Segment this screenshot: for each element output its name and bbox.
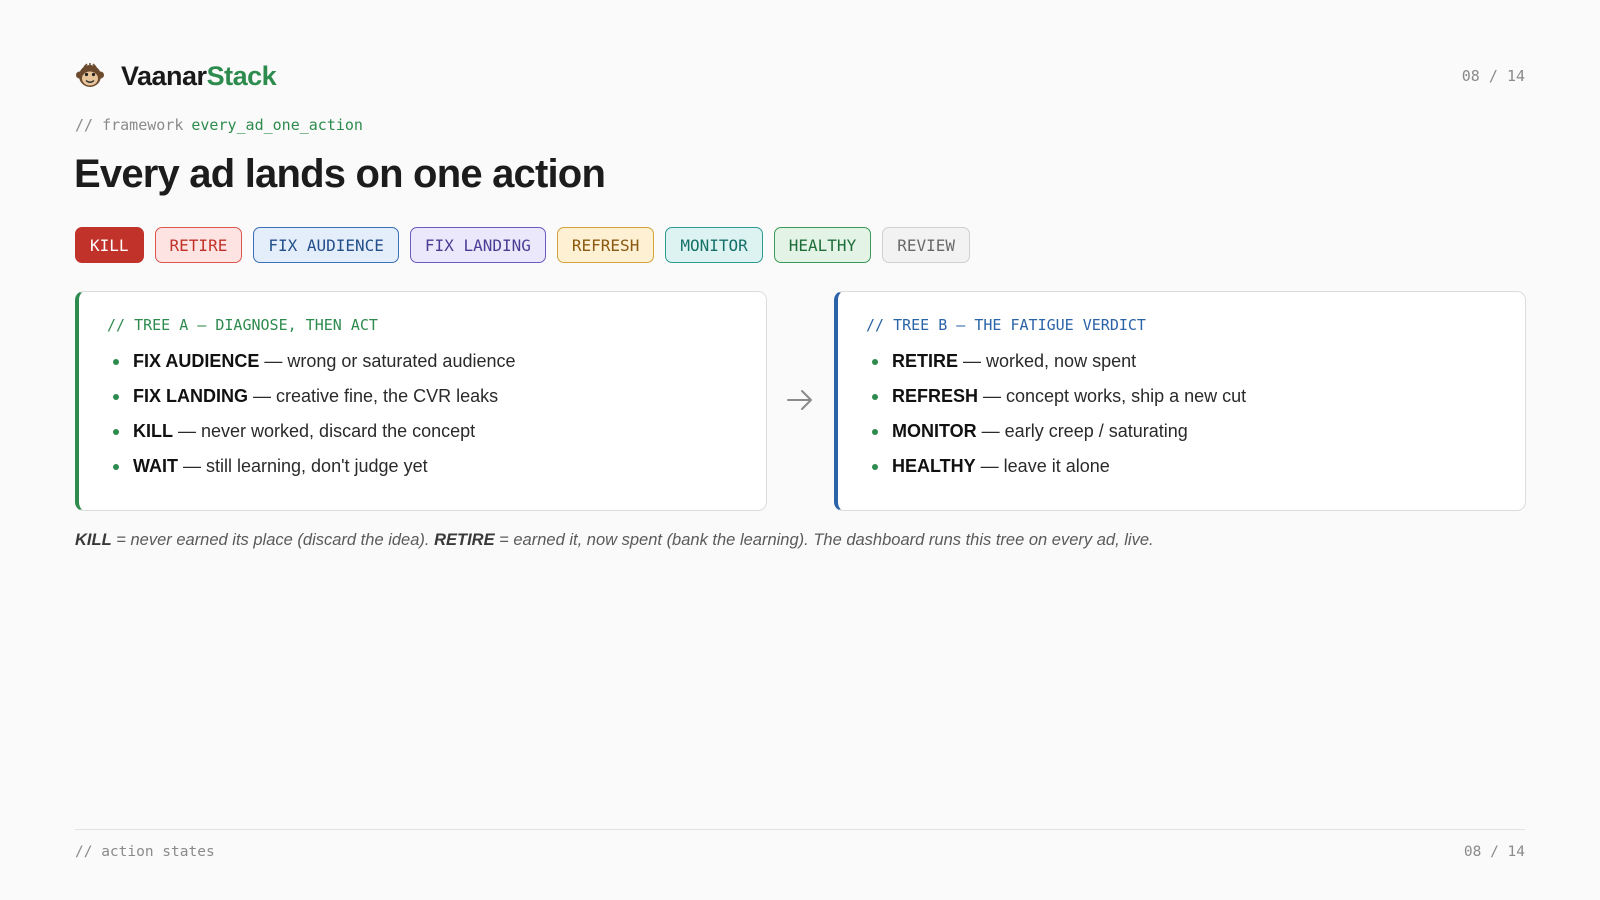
item-term: KILL bbox=[133, 421, 173, 441]
page-title: Every ad lands on one action bbox=[74, 152, 606, 196]
monkey-face-icon bbox=[75, 61, 105, 91]
item-text: KILL — never worked, discard the concept bbox=[133, 421, 475, 442]
bullet-icon bbox=[872, 463, 878, 470]
page-total: 14 bbox=[1506, 67, 1525, 85]
item-desc: — leave it alone bbox=[975, 456, 1110, 476]
bullet-icon bbox=[113, 393, 119, 400]
tree-b-list: RETIRE — worked, now spent REFRESH — conc… bbox=[866, 344, 1497, 484]
tree-a-item: FIX AUDIENCE — wrong or saturated audien… bbox=[107, 344, 738, 379]
tree-a-card: // TREE A — DIAGNOSE, THEN ACT FIX AUDIE… bbox=[75, 291, 767, 511]
footer: // action states 08 / 14 bbox=[75, 844, 1525, 860]
action-chip-kill: KILL bbox=[75, 227, 144, 263]
item-term: FIX AUDIENCE bbox=[133, 351, 260, 371]
item-desc: — wrong or saturated audience bbox=[259, 351, 516, 371]
item-text: REFRESH — concept works, ship a new cut bbox=[892, 386, 1246, 407]
tree-a-item: KILL — never worked, discard the concept bbox=[107, 414, 738, 449]
page-current: 08 bbox=[1461, 67, 1480, 85]
bullet-icon bbox=[113, 428, 119, 435]
kicker-prefix: // framework bbox=[75, 116, 184, 134]
item-term: RETIRE bbox=[892, 351, 959, 371]
header: VaanarStack 08 / 14 bbox=[75, 56, 1525, 96]
item-text: RETIRE — worked, now spent bbox=[892, 351, 1136, 372]
item-desc: — still learning, don't judge yet bbox=[178, 456, 428, 476]
action-chip-retire: RETIRE bbox=[154, 227, 243, 263]
brand-name-part-b: Stack bbox=[206, 60, 277, 91]
bullet-icon bbox=[113, 463, 119, 470]
kicker-keyword: every_ad_one_action bbox=[191, 116, 363, 134]
page-counter: 08 / 14 bbox=[1461, 67, 1525, 85]
footer-page-counter: 08 / 14 bbox=[1463, 844, 1525, 860]
item-text: FIX AUDIENCE — wrong or saturated audien… bbox=[133, 351, 516, 372]
tree-b-item: RETIRE — worked, now spent bbox=[866, 344, 1497, 379]
action-chips: KILL RETIRE FIX AUDIENCE FIX LANDING REFRESH… bbox=[75, 227, 970, 263]
action-chip-monitor: MONITOR bbox=[665, 227, 763, 263]
brand: VaanarStack bbox=[75, 60, 277, 92]
tree-b-label: // TREE B — THE FATIGUE VERDICT bbox=[866, 316, 1146, 334]
item-text: HEALTHY — leave it alone bbox=[892, 456, 1110, 477]
arrow-right-icon bbox=[785, 388, 815, 412]
note-retire-text: = earned it, now spent (bank the learnin… bbox=[494, 531, 1154, 549]
action-chip-fix-audience: FIX AUDIENCE bbox=[253, 227, 399, 263]
action-chip-review: REVIEW bbox=[882, 227, 970, 263]
action-chip-refresh: REFRESH bbox=[556, 227, 655, 263]
item-desc: — worked, now spent bbox=[958, 351, 1137, 371]
tree-b-item: HEALTHY — leave it alone bbox=[866, 449, 1497, 484]
bullet-icon bbox=[872, 358, 878, 365]
tree-b-card: // TREE B — THE FATIGUE VERDICT RETIRE —… bbox=[834, 291, 1526, 511]
item-desc: — creative fine, the CVR leaks bbox=[248, 386, 499, 406]
item-desc: — early creep / saturating bbox=[976, 421, 1188, 441]
note-kill-text: = never earned its place (discard the id… bbox=[111, 531, 435, 549]
item-text: FIX LANDING — creative fine, the CVR lea… bbox=[133, 386, 498, 407]
item-text: MONITOR — early creep / saturating bbox=[892, 421, 1188, 442]
bullet-icon bbox=[872, 428, 878, 435]
note-retire-term: RETIRE bbox=[434, 531, 495, 549]
tree-a-label: // TREE A — DIAGNOSE, THEN ACT bbox=[107, 316, 378, 334]
brand-name: VaanarStack bbox=[121, 60, 277, 92]
item-term: HEALTHY bbox=[892, 456, 976, 476]
item-term: MONITOR bbox=[892, 421, 977, 441]
item-desc: — concept works, ship a new cut bbox=[978, 386, 1247, 406]
tree-a-list: FIX AUDIENCE — wrong or saturated audien… bbox=[107, 344, 738, 484]
item-desc: — never worked, discard the concept bbox=[173, 421, 476, 441]
item-term: REFRESH bbox=[892, 386, 979, 406]
bullet-icon bbox=[113, 358, 119, 365]
footer-left: // action states bbox=[75, 844, 215, 860]
action-chip-fix-landing: FIX LANDING bbox=[409, 227, 546, 263]
item-text: WAIT — still learning, don't judge yet bbox=[133, 456, 428, 477]
bullet-icon bbox=[872, 393, 878, 400]
tree-a-item: FIX LANDING — creative fine, the CVR lea… bbox=[107, 379, 738, 414]
brand-name-part-a: Vaanar bbox=[121, 60, 207, 91]
tree-a-item: WAIT — still learning, don't judge yet bbox=[107, 449, 738, 484]
tree-b-item: MONITOR — early creep / saturating bbox=[866, 414, 1497, 449]
note-kill-term: KILL bbox=[75, 531, 112, 549]
item-term: WAIT bbox=[133, 456, 178, 476]
item-term: FIX LANDING bbox=[133, 386, 248, 406]
tree-b-item: REFRESH — concept works, ship a new cut bbox=[866, 379, 1497, 414]
explanation-note: KILL = never earned its place (discard t… bbox=[75, 531, 1535, 550]
action-chip-healthy: HEALTHY bbox=[773, 227, 872, 263]
kicker: // framework every_ad_one_action bbox=[75, 116, 363, 134]
footer-divider bbox=[75, 829, 1525, 830]
